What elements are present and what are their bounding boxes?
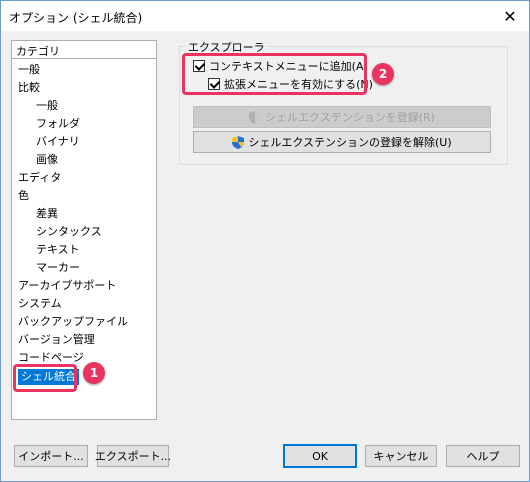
tree-item-syntax[interactable]: シンタックス (36, 224, 102, 240)
tree-item-editor[interactable]: エディタ (18, 170, 61, 186)
tree-item-color[interactable]: 色 (18, 188, 29, 204)
close-button[interactable]: ✕ (499, 5, 521, 27)
highlight-box-1 (13, 364, 77, 392)
tree-item-binary[interactable]: バイナリ (36, 134, 80, 150)
tree-item-marker[interactable]: マーカー (36, 260, 80, 276)
tree-item-folder[interactable]: フォルダ (36, 116, 80, 132)
export-button[interactable]: エクスポート... (95, 445, 171, 467)
tree-item-image[interactable]: 画像 (36, 152, 58, 168)
highlight-box-2 (182, 53, 367, 95)
category-header: カテゴリ (11, 40, 157, 58)
options-dialog: オプション (シェル統合) ✕ カテゴリ 一般 比較 一般 フォルダ バイナリ … (0, 0, 530, 482)
ok-button[interactable]: OK (283, 444, 357, 468)
tree-item-diff[interactable]: 差異 (36, 206, 58, 222)
tree-item-compare-general[interactable]: 一般 (36, 98, 58, 114)
tree-item-archive-support[interactable]: アーカイブサポート (18, 278, 116, 294)
cancel-button[interactable]: キャンセル (365, 445, 437, 467)
import-button[interactable]: インポート... (14, 445, 88, 467)
unregister-button-label: シェルエクステンションの登録を解除(U) (248, 136, 452, 149)
shield-icon (232, 135, 245, 149)
unregister-shell-extension-button[interactable]: シェルエクステンションの登録を解除(U) (193, 131, 491, 153)
tree-item-system[interactable]: システム (18, 296, 62, 312)
tree-item-general[interactable]: 一般 (18, 62, 40, 78)
tree-item-compare[interactable]: 比較 (18, 80, 40, 96)
tree-item-backup-files[interactable]: バックアップファイル (18, 314, 128, 330)
shield-icon (249, 110, 262, 124)
step-badge-1: 1 (83, 362, 105, 384)
step-badge-2: 2 (372, 63, 394, 85)
register-button-label: シェルエクステンションを登録(R) (265, 111, 435, 124)
tree-item-text[interactable]: テキスト (36, 242, 80, 258)
title-bar: オプション (シェル統合) ✕ (1, 1, 529, 31)
register-shell-extension-button[interactable]: シェルエクステンションを登録(R) (193, 106, 491, 128)
tree-item-version-control[interactable]: バージョン管理 (18, 332, 95, 348)
close-icon: ✕ (503, 6, 517, 26)
help-button[interactable]: ヘルプ (446, 445, 520, 467)
window-title: オプション (シェル統合) (9, 11, 143, 25)
